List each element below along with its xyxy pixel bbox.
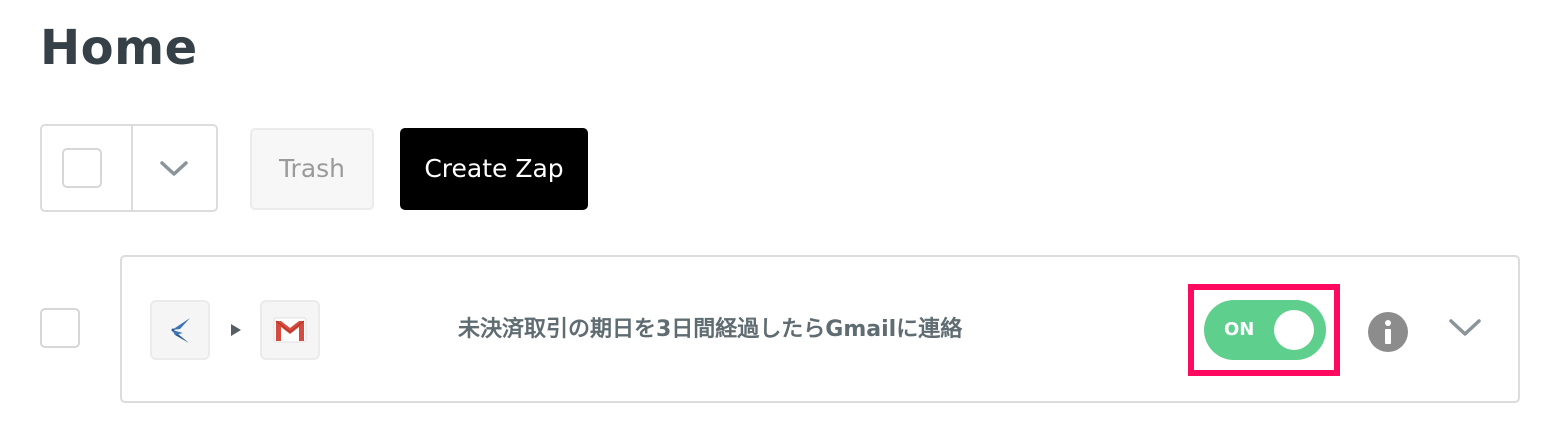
trash-button[interactable]: Trash xyxy=(250,128,374,210)
page-title: Home xyxy=(40,20,198,76)
arrow-right-icon xyxy=(231,324,241,336)
gmail-icon xyxy=(273,317,307,343)
zap-row-checkbox[interactable] xyxy=(40,308,80,348)
chevron-down-icon[interactable] xyxy=(1448,318,1482,338)
zap-on-off-toggle[interactable]: ON xyxy=(1204,300,1326,360)
bulk-select-control xyxy=(40,124,218,212)
zap-name[interactable]: 未決済取引の期日を3日間経過したらGmailに連絡 xyxy=(458,312,962,348)
toggle-knob xyxy=(1274,310,1314,350)
swallow-bird-icon xyxy=(171,318,190,343)
toggle-label: ON xyxy=(1224,319,1255,340)
info-icon[interactable] xyxy=(1368,312,1408,352)
bulk-select-divider xyxy=(131,126,133,210)
trigger-app-icon xyxy=(150,300,210,360)
action-app-icon xyxy=(260,300,320,360)
create-zap-button[interactable]: Create Zap xyxy=(400,128,588,210)
select-all-checkbox[interactable] xyxy=(62,148,102,188)
chevron-down-icon[interactable] xyxy=(159,160,189,178)
zap-row[interactable]: 未決済取引の期日を3日間経過したらGmailに連絡 ON xyxy=(120,255,1520,403)
